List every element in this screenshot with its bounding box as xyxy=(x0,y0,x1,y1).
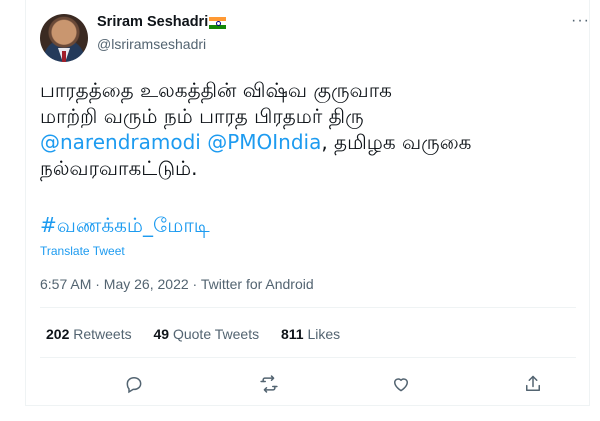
likes-count: 811 xyxy=(281,326,304,342)
retweets-count: 202 xyxy=(46,326,70,342)
tweet-line-2: மாற்றி வரும் நம் பாரத பிரதமர் திரு xyxy=(40,104,364,128)
author-name[interactable]: Sriram Seshadri xyxy=(97,14,208,30)
tweet-stats: 202 Retweets 49 Quote Tweets 811 Likes xyxy=(46,326,358,342)
tweet-actions xyxy=(40,369,576,399)
like-icon[interactable] xyxy=(386,369,416,399)
tweet-card: Sriram Seshadri @lsriramseshadri ··· பார… xyxy=(25,0,590,406)
quotes-label: Quote Tweets xyxy=(172,326,260,342)
more-options-icon[interactable]: ··· xyxy=(571,12,590,30)
tweet-line-4: நல்வரவாகட்டும். xyxy=(40,156,198,180)
avatar-tie xyxy=(62,51,66,62)
quote-tweets-stat[interactable]: 49 Quote Tweets xyxy=(154,326,260,342)
retweets-label: Retweets xyxy=(73,326,132,342)
india-flag-icon xyxy=(209,17,226,29)
author-handle[interactable]: @lsriramseshadri xyxy=(97,36,206,52)
tweet-line-3: @narendramodi @PMOIndia, தமிழக வருகை xyxy=(40,129,580,155)
retweets-stat[interactable]: 202 Retweets xyxy=(46,326,132,342)
divider xyxy=(40,307,576,308)
tweet-timestamp[interactable]: 6:57 AM · May 26, 2022 · Twitter for And… xyxy=(40,276,314,292)
reply-icon[interactable] xyxy=(119,369,149,399)
tweet-text: பாரதத்தை உலகத்தின் விஷ்வ குருவாக மாற்றி … xyxy=(40,77,580,181)
mention-pmoindia[interactable]: @PMOIndia xyxy=(207,130,321,154)
translate-tweet-link[interactable]: Translate Tweet xyxy=(40,244,125,258)
hashtag-link[interactable]: #வணக்கம்_மோடி xyxy=(40,213,210,240)
share-icon[interactable] xyxy=(518,369,548,399)
quotes-count: 49 xyxy=(153,326,170,342)
likes-label: Likes xyxy=(307,326,341,342)
tweet-line-1: பாரதத்தை உலகத்தின் விஷ்வ குருவாக xyxy=(40,78,392,102)
mention-narendramodi[interactable]: @narendramodi xyxy=(40,130,201,154)
avatar[interactable] xyxy=(40,14,88,62)
likes-stat[interactable]: 811 Likes xyxy=(281,326,340,342)
tweet-line-3-rest: , தமிழக வருகை xyxy=(321,130,472,154)
divider xyxy=(40,357,576,358)
retweet-icon[interactable] xyxy=(254,369,284,399)
